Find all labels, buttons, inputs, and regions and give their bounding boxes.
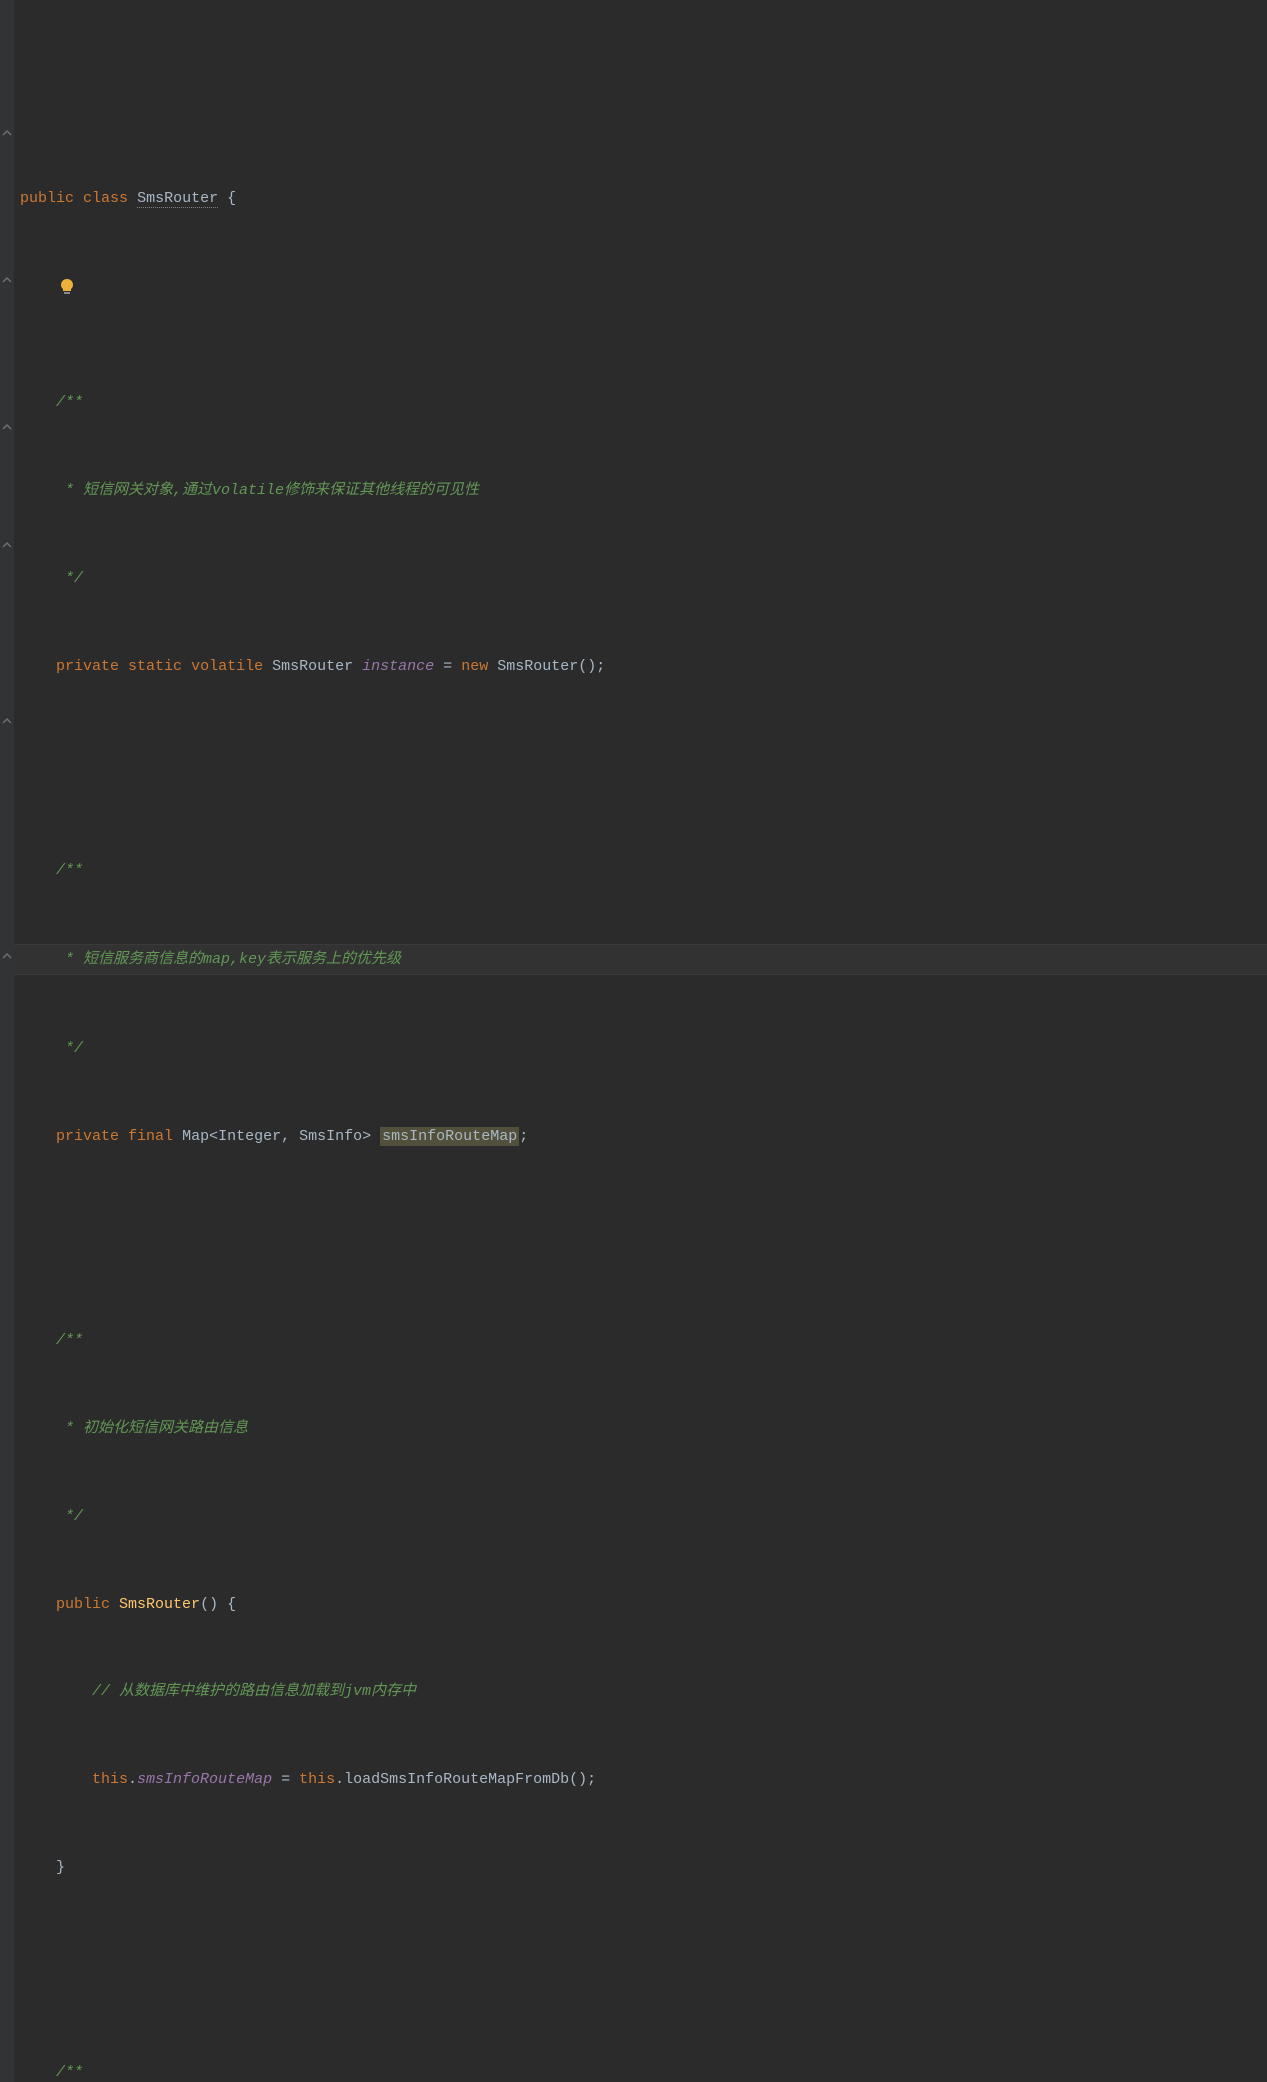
comment-line: // 从数据库中维护的路由信息加载到jvm内存中 xyxy=(14,1677,1267,1706)
code-line: public class SmsRouter { xyxy=(14,184,1267,213)
blank-line xyxy=(14,271,1267,300)
constructor-name[interactable]: SmsRouter xyxy=(119,1596,200,1613)
gutter xyxy=(0,0,14,2082)
javadoc-line: /** xyxy=(14,388,1267,417)
javadoc-line: */ xyxy=(14,1502,1267,1531)
code-line: public SmsRouter() { xyxy=(14,1590,1267,1619)
class-name[interactable]: SmsRouter xyxy=(137,190,218,208)
blank-line xyxy=(14,1941,1267,1970)
blank-line xyxy=(14,739,1267,768)
code-line: this.smsInfoRouteMap = this.loadSmsInfoR… xyxy=(14,1765,1267,1794)
field-smsInfoRouteMap[interactable]: smsInfoRouteMap xyxy=(380,1127,519,1146)
fold-marker-icon[interactable] xyxy=(1,541,13,549)
fold-marker-icon[interactable] xyxy=(1,952,13,960)
javadoc-line: * 短信网关对象,通过volatile修饰来保证其他线程的可见性 xyxy=(14,476,1267,505)
fold-marker-icon[interactable] xyxy=(1,129,13,137)
blank-line xyxy=(14,1209,1267,1238)
javadoc-line: /** xyxy=(14,856,1267,885)
fold-marker-icon[interactable] xyxy=(1,276,13,284)
javadoc-line: /** xyxy=(14,2058,1267,2082)
fold-marker-icon[interactable] xyxy=(1,717,13,725)
code-editor[interactable]: public class SmsRouter { /** * 短信网关对象,通过… xyxy=(0,0,1267,2082)
javadoc-line: * 初始化短信网关路由信息 xyxy=(14,1414,1267,1443)
fold-marker-icon[interactable] xyxy=(1,423,13,431)
code-line: private static volatile SmsRouter instan… xyxy=(14,652,1267,681)
field-instance[interactable]: instance xyxy=(362,658,434,675)
lightbulb-icon[interactable] xyxy=(24,249,40,265)
javadoc-line: */ xyxy=(14,564,1267,593)
code-line: private final Map<Integer, SmsInfo> smsI… xyxy=(14,1122,1267,1151)
javadoc-line-current: * 短信服务商信息的map,key表示服务上的优先级 xyxy=(14,944,1267,975)
code-line: } xyxy=(14,1853,1267,1882)
javadoc-line: /** xyxy=(14,1326,1267,1355)
javadoc-line: */ xyxy=(14,1034,1267,1063)
